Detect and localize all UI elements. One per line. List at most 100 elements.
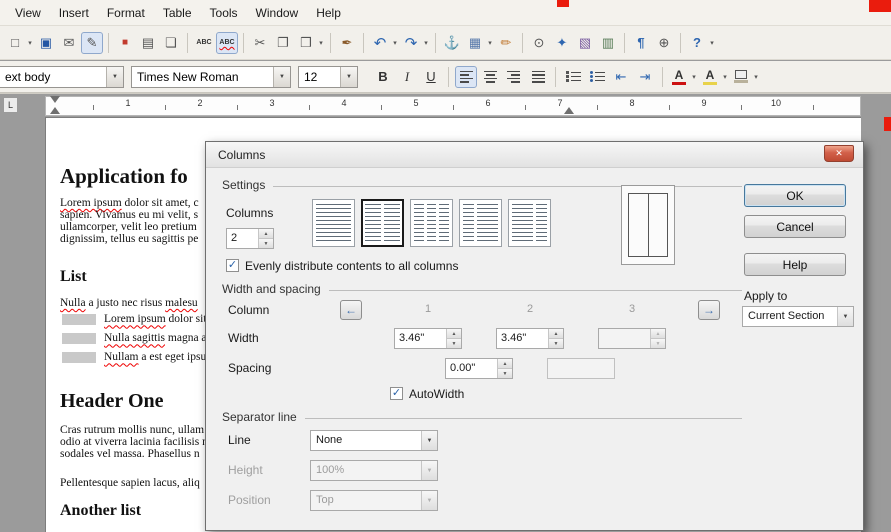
- font-color-icon[interactable]: A: [669, 66, 689, 88]
- evenly-distribute-label[interactable]: Evenly distribute contents to all column…: [245, 259, 458, 273]
- width-1-stepper[interactable]: 3.46" ▲▼: [394, 328, 462, 349]
- doc-paragraph-line: Cras rutrum mollis nunc, ullam: [60, 424, 204, 437]
- hyperlink-icon[interactable]: ⚓: [441, 32, 463, 54]
- width-2-stepper[interactable]: 3.46" ▲▼: [496, 328, 564, 349]
- redo-dropdown-icon[interactable]: ▾: [422, 39, 430, 47]
- navigator-icon[interactable]: ✦: [551, 32, 573, 54]
- spin-down-icon[interactable]: ▼: [447, 339, 461, 348]
- align-right-button[interactable]: [503, 66, 525, 88]
- scroll-columns-right-button[interactable]: →: [698, 300, 720, 320]
- find-replace-icon[interactable]: ⊙: [528, 32, 550, 54]
- menu-help[interactable]: Help: [307, 2, 350, 24]
- copy-icon[interactable]: ❐: [272, 32, 294, 54]
- spacing-1-stepper[interactable]: 0.00" ▲▼: [445, 358, 513, 379]
- help-button[interactable]: Help: [744, 253, 846, 276]
- apply-to-dropdown[interactable]: Current Section ▼: [742, 306, 854, 327]
- spin-up-icon[interactable]: ▲: [549, 329, 563, 339]
- font-size-combo[interactable]: 12 ▼: [298, 66, 358, 88]
- spin-up-icon[interactable]: ▲: [447, 329, 461, 339]
- paste-icon[interactable]: ❒: [295, 32, 317, 54]
- line-style-dropdown[interactable]: None ▼: [310, 430, 438, 451]
- left-indent-marker[interactable]: [50, 107, 60, 114]
- autowidth-checkbox[interactable]: ✓: [390, 387, 403, 400]
- combo-arrow-icon[interactable]: ▼: [340, 67, 357, 87]
- increase-indent-button[interactable]: ⇥: [634, 66, 656, 88]
- redo-icon[interactable]: ↷: [400, 32, 422, 54]
- close-icon[interactable]: ✕: [824, 145, 854, 162]
- autowidth-label[interactable]: AutoWidth: [409, 387, 464, 401]
- italic-button[interactable]: I: [396, 66, 418, 88]
- decrease-indent-button[interactable]: ⇤: [610, 66, 632, 88]
- ok-button[interactable]: OK: [744, 184, 846, 207]
- first-line-indent-marker[interactable]: [50, 96, 60, 103]
- dropdown-arrow-icon[interactable]: ▼: [837, 307, 853, 326]
- background-color-icon[interactable]: [731, 66, 751, 88]
- numbered-list-button[interactable]: [562, 66, 584, 88]
- dialog-titlebar[interactable]: Columns: [206, 142, 863, 168]
- edit-file-icon[interactable]: ✎: [81, 32, 103, 54]
- cut-icon[interactable]: ✂: [249, 32, 271, 54]
- draw-functions-icon[interactable]: ✏: [495, 32, 517, 54]
- font-name-combo[interactable]: Times New Roman ▼: [131, 66, 291, 88]
- highlighting-icon[interactable]: A: [700, 66, 720, 88]
- print-icon[interactable]: ▤: [137, 32, 159, 54]
- combo-arrow-icon[interactable]: ▼: [106, 67, 123, 87]
- combo-arrow-icon[interactable]: ▼: [273, 67, 290, 87]
- menu-table[interactable]: Table: [154, 2, 201, 24]
- zoom-icon[interactable]: ⊕: [653, 32, 675, 54]
- table-dropdown-icon[interactable]: ▾: [486, 39, 494, 47]
- align-left-button[interactable]: [455, 66, 477, 88]
- page-preview-icon[interactable]: ❏: [160, 32, 182, 54]
- undo-dropdown-icon[interactable]: ▾: [391, 39, 399, 47]
- paragraph-style-combo[interactable]: ext body ▼: [0, 66, 124, 88]
- spin-down-icon[interactable]: ▼: [549, 339, 563, 348]
- underline-button[interactable]: U: [420, 66, 442, 88]
- align-center-button[interactable]: [479, 66, 501, 88]
- export-pdf-icon[interactable]: ■: [114, 32, 136, 54]
- menu-window[interactable]: Window: [247, 2, 308, 24]
- undo-icon[interactable]: ↶: [369, 32, 391, 54]
- dropdown-arrow-icon[interactable]: ▼: [421, 431, 437, 450]
- spin-down-icon[interactable]: ▼: [259, 239, 273, 248]
- evenly-distribute-checkbox[interactable]: ✓: [226, 259, 239, 272]
- bold-button[interactable]: B: [372, 66, 394, 88]
- align-justify-button[interactable]: [527, 66, 549, 88]
- preset-two-columns-selected[interactable]: [361, 199, 404, 247]
- preset-left-narrow[interactable]: [459, 199, 502, 247]
- background-color-dropdown-icon[interactable]: ▾: [752, 73, 760, 81]
- tab-stop-selector[interactable]: L: [3, 97, 18, 113]
- menu-insert[interactable]: Insert: [50, 2, 98, 24]
- cancel-button[interactable]: Cancel: [744, 215, 846, 238]
- spellcheck-icon[interactable]: ABC: [193, 32, 215, 54]
- right-indent-marker[interactable]: [564, 107, 574, 114]
- preset-three-columns[interactable]: [410, 199, 453, 247]
- font-color-dropdown-icon[interactable]: ▾: [690, 73, 698, 81]
- ruler-scale[interactable]: [45, 96, 861, 116]
- preset-right-narrow[interactable]: [508, 199, 551, 247]
- scroll-columns-left-button[interactable]: ←: [340, 300, 362, 320]
- gallery-icon[interactable]: ▧: [574, 32, 596, 54]
- highlighting-dropdown-icon[interactable]: ▾: [721, 73, 729, 81]
- spin-up-icon[interactable]: ▲: [498, 359, 512, 369]
- help-dropdown-icon[interactable]: ▾: [708, 39, 716, 47]
- new-document-icon[interactable]: □: [4, 32, 26, 54]
- menu-view[interactable]: View: [6, 2, 50, 24]
- help-icon[interactable]: ?: [686, 32, 708, 54]
- preset-one-column[interactable]: [312, 199, 355, 247]
- columns-count-stepper[interactable]: 2 ▲▼: [226, 228, 274, 249]
- menu-format[interactable]: Format: [98, 2, 154, 24]
- table-icon[interactable]: ▦: [464, 32, 486, 54]
- paste-dropdown-icon[interactable]: ▾: [317, 39, 325, 47]
- data-sources-icon[interactable]: ▥: [597, 32, 619, 54]
- email-icon[interactable]: ✉: [58, 32, 80, 54]
- format-paintbrush-icon[interactable]: ✒: [336, 32, 358, 54]
- menu-tools[interactable]: Tools: [201, 2, 247, 24]
- spin-down-icon[interactable]: ▼: [498, 369, 512, 378]
- nonprinting-characters-icon[interactable]: ¶: [630, 32, 652, 54]
- new-document-dropdown-icon[interactable]: ▾: [26, 39, 34, 47]
- bullet-list-button[interactable]: [586, 66, 608, 88]
- save-icon[interactable]: ▣: [35, 32, 57, 54]
- spin-up-icon[interactable]: ▲: [259, 229, 273, 239]
- auto-spellcheck-icon[interactable]: ABC: [216, 32, 238, 54]
- horizontal-ruler[interactable]: L 1 2 3 4 5 6 7 8 9 10: [0, 93, 891, 117]
